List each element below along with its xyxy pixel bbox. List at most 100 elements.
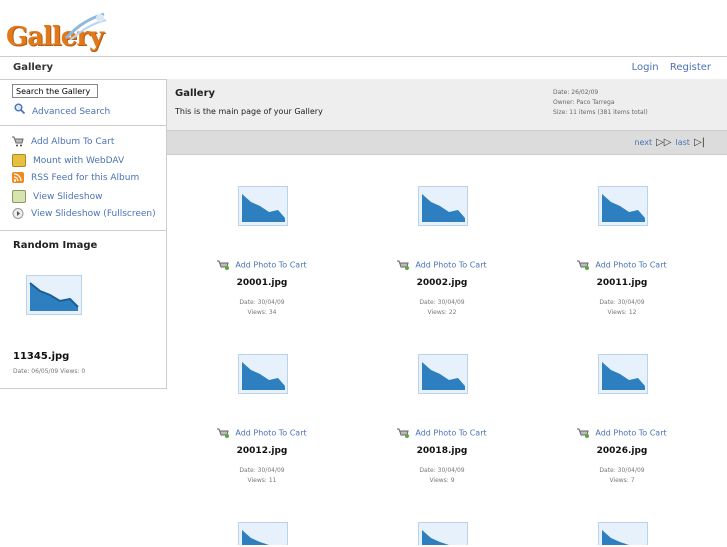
album-description: This is the main page of your Gallery: [175, 107, 323, 116]
sidebar-item-view-slideshow-fullscreen[interactable]: View Slideshow (Fullscreen): [12, 208, 156, 226]
gallery-logo[interactable]: Gallery: [6, 10, 107, 52]
photo-thumbnail[interactable]: [418, 522, 468, 547]
sidebar-item-mount-webdav[interactable]: Mount with WebDAV: [12, 154, 156, 172]
add-photo-to-cart-link[interactable]: Add Photo To Cart: [182, 260, 342, 270]
add-photo-to-cart-link[interactable]: Add Photo To Cart: [182, 428, 342, 438]
last-arrow-icon[interactable]: ▷|: [694, 137, 705, 148]
photo-name[interactable]: 20011.jpg: [542, 278, 702, 288]
image-placeholder-icon: [598, 354, 648, 394]
pager-bar: next ▷▷ last ▷|: [167, 131, 727, 155]
logo-swirl-icon: [64, 12, 107, 41]
photo-date: Date: 30/04/09: [599, 299, 645, 306]
photo-views: Views: 11: [247, 477, 277, 484]
photo-date: Date: 30/04/09: [599, 467, 645, 474]
advanced-search-label: Advanced Search: [32, 107, 111, 117]
cart-label: Add Photo To Cart: [235, 260, 307, 270]
image-placeholder-icon: [598, 186, 648, 226]
album-date: Date: 26/02/09: [553, 89, 599, 96]
photo-date: Date: 30/04/09: [239, 299, 285, 306]
add-photo-to-cart-link[interactable]: Add Photo To Cart: [362, 260, 522, 270]
album-actions-menu: Add Album To Cart Mount with WebDAV RSS …: [12, 136, 156, 226]
photo-thumbnail[interactable]: [598, 354, 648, 396]
add-photo-to-cart-link[interactable]: Add Photo To Cart: [542, 428, 702, 438]
photo-meta: Date: 30/04/09 Views: 12: [542, 298, 702, 318]
cart-add-icon: [217, 260, 230, 270]
cart-add-icon: [217, 428, 230, 438]
image-placeholder-icon: [238, 186, 288, 226]
random-image-meta: Date: 06/05/09 Views: 0: [13, 368, 86, 375]
photo-thumbnail[interactable]: [238, 522, 288, 547]
breadcrumb: Gallery: [13, 62, 54, 73]
photo-name[interactable]: 20012.jpg: [182, 446, 342, 456]
cart-label: Add Photo To Cart: [235, 428, 307, 438]
photo-thumbnail[interactable]: [238, 186, 288, 228]
advanced-search-link[interactable]: Advanced Search: [14, 103, 110, 117]
sidebar-item-add-album-to-cart[interactable]: Add Album To Cart: [12, 136, 156, 154]
photo-meta: Date: 30/04/09 Views: 9: [362, 466, 522, 486]
random-image-heading: Random Image: [13, 240, 98, 251]
photo-name[interactable]: 20026.jpg: [542, 446, 702, 456]
photo-views: Views: 22: [427, 309, 457, 316]
photo-thumbnail[interactable]: [598, 522, 648, 547]
photo-name[interactable]: 20001.jpg: [182, 278, 342, 288]
cart-add-icon: [397, 428, 410, 438]
album-owner: Owner: Paco Tarrega: [553, 99, 615, 106]
next-page-link[interactable]: next: [634, 138, 652, 147]
sidebar-item-label: Add Album To Cart: [31, 137, 115, 147]
image-placeholder-icon: [418, 522, 468, 546]
photo-date: Date: 30/04/09: [419, 299, 465, 306]
cart-label: Add Photo To Cart: [595, 260, 667, 270]
slideshow-fullscreen-icon: [12, 208, 24, 219]
photo-views: Views: 12: [607, 309, 637, 316]
image-placeholder-icon: [238, 522, 288, 546]
magnifier-icon: [14, 103, 26, 117]
photo-name[interactable]: 20018.jpg: [362, 446, 522, 456]
cart-label: Add Photo To Cart: [415, 260, 487, 270]
cart-add-icon: [397, 260, 410, 270]
photo-views: Views: 7: [609, 477, 635, 484]
photo-views: Views: 34: [247, 309, 277, 316]
random-image-thumbnail[interactable]: [26, 275, 82, 318]
photo-thumbnail[interactable]: [598, 186, 648, 228]
cart-add-icon: [577, 428, 590, 438]
cart-label: Add Photo To Cart: [415, 428, 487, 438]
photo-date: Date: 30/04/09: [239, 467, 285, 474]
photo-meta: Date: 30/04/09 Views: 34: [182, 298, 342, 318]
next-arrow-icon[interactable]: ▷▷: [656, 137, 671, 148]
sidebar-item-label: RSS Feed for this Album: [31, 173, 140, 183]
slideshow-icon: [12, 190, 26, 203]
add-photo-to-cart-link[interactable]: Add Photo To Cart: [362, 428, 522, 438]
photo-thumbnail[interactable]: [418, 186, 468, 228]
register-link[interactable]: Register: [670, 62, 711, 73]
sidebar: Advanced Search Add Album To Cart Mount …: [0, 79, 167, 389]
webdav-icon: [12, 154, 26, 167]
last-page-link[interactable]: last: [676, 138, 690, 147]
photo-meta: Date: 30/04/09 Views: 22: [362, 298, 522, 318]
sidebar-item-label: View Slideshow: [33, 192, 103, 202]
image-placeholder-icon: [418, 186, 468, 226]
photo-name[interactable]: 20002.jpg: [362, 278, 522, 288]
photo-thumbnail[interactable]: [238, 354, 288, 396]
photo-views: Views: 9: [429, 477, 455, 484]
divider: [0, 230, 166, 231]
image-placeholder-icon: [418, 354, 468, 394]
sidebar-item-label: Mount with WebDAV: [33, 156, 125, 166]
rss-icon: [12, 172, 24, 183]
photo-meta: Date: 30/04/09 Views: 11: [182, 466, 342, 486]
top-bar: Gallery Login Register: [0, 56, 727, 80]
sidebar-item-view-slideshow[interactable]: View Slideshow: [12, 190, 156, 208]
random-image-name[interactable]: 11345.jpg: [13, 351, 69, 362]
image-placeholder-icon: [598, 522, 648, 546]
add-photo-to-cart-link[interactable]: Add Photo To Cart: [542, 260, 702, 270]
login-link[interactable]: Login: [632, 62, 659, 73]
cart-icon: [12, 136, 24, 147]
photo-thumbnail[interactable]: [418, 354, 468, 396]
cart-add-icon: [577, 260, 590, 270]
image-placeholder-icon: [238, 354, 288, 394]
divider: [0, 125, 166, 126]
cart-label: Add Photo To Cart: [595, 428, 667, 438]
photo-meta: Date: 30/04/09 Views: 7: [542, 466, 702, 486]
sidebar-item-rss-feed[interactable]: RSS Feed for this Album: [12, 172, 156, 190]
sidebar-item-label: View Slideshow (Fullscreen): [31, 209, 156, 219]
search-input[interactable]: [12, 84, 98, 98]
